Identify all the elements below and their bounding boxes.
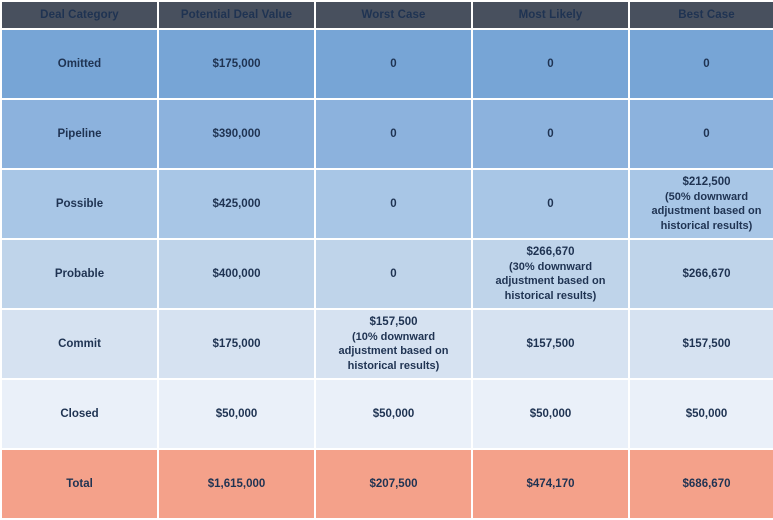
cell-note: (30% downward adjustment based on histor… [495, 260, 606, 302]
table-row: Closed $50,000 $50,000 $50,000 $50,000 [2, 380, 773, 448]
cell-total-potential-deal-value: $1,615,000 [159, 450, 314, 518]
cell-most-likely: $157,500 [473, 310, 628, 378]
cell-deal-category: Possible [2, 170, 157, 238]
cell-total-best-case: $686,670 [630, 450, 773, 518]
cell-value: $50,000 [685, 407, 728, 420]
cell-total-most-likely: $474,170 [473, 450, 628, 518]
cell-deal-category: Probable [2, 240, 157, 308]
cell-most-likely: $50,000 [473, 380, 628, 448]
cell-value: 0 [547, 127, 554, 140]
cell-potential-deal-value: $390,000 [159, 100, 314, 168]
cell-best-case: 0 [630, 30, 773, 98]
cell-value: 0 [703, 127, 710, 140]
cell-total-label: Total [2, 450, 157, 518]
table-row: Possible $425,000 0 0 $212,500 (50% down… [2, 170, 773, 238]
cell-value: 0 [547, 57, 554, 70]
cell-value: 0 [390, 127, 397, 140]
table-body: Omitted $175,000 0 0 0 Pipeline $390,000… [2, 30, 773, 518]
cell-best-case: $266,670 [630, 240, 773, 308]
cell-deal-category: Pipeline [2, 100, 157, 168]
cell-value: $157,500 [369, 316, 418, 329]
deal-forecast-table: Deal Category Potential Deal Value Worst… [0, 0, 773, 520]
column-header-potential-deal-value: Potential Deal Value [159, 2, 314, 28]
cell-potential-deal-value: $175,000 [159, 30, 314, 98]
cell-best-case: $212,500 (50% downward adjustment based … [630, 170, 773, 238]
table-header: Deal Category Potential Deal Value Worst… [2, 2, 773, 28]
cell-value: 0 [390, 57, 397, 70]
table-total-row: Total $1,615,000 $207,500 $474,170 $686,… [2, 450, 773, 518]
cell-deal-category: Closed [2, 380, 157, 448]
cell-note: (50% downward adjustment based on histor… [651, 190, 762, 232]
table-row: Probable $400,000 0 $266,670 (30% downwa… [2, 240, 773, 308]
cell-value: $157,500 [526, 337, 575, 350]
table-row: Omitted $175,000 0 0 0 [2, 30, 773, 98]
cell-value: 0 [390, 197, 397, 210]
cell-deal-category: Omitted [2, 30, 157, 98]
cell-worst-case: 0 [316, 240, 471, 308]
column-header-worst-case: Worst Case [316, 2, 471, 28]
cell-total-worst-case: $207,500 [316, 450, 471, 518]
cell-value: $157,500 [682, 337, 731, 350]
cell-potential-deal-value: $175,000 [159, 310, 314, 378]
cell-worst-case: 0 [316, 100, 471, 168]
cell-value: 0 [547, 197, 554, 210]
cell-best-case: $50,000 [630, 380, 773, 448]
cell-worst-case: 0 [316, 30, 471, 98]
cell-worst-case: $50,000 [316, 380, 471, 448]
cell-best-case: 0 [630, 100, 773, 168]
cell-note: (10% downward adjustment based on histor… [338, 330, 449, 372]
cell-most-likely: 0 [473, 100, 628, 168]
cell-value: $50,000 [529, 407, 572, 420]
cell-potential-deal-value: $400,000 [159, 240, 314, 308]
cell-most-likely: $266,670 (30% downward adjustment based … [473, 240, 628, 308]
cell-value: 0 [390, 267, 397, 280]
cell-most-likely: 0 [473, 170, 628, 238]
cell-value: $212,500 [682, 176, 731, 189]
cell-deal-category: Commit [2, 310, 157, 378]
cell-worst-case: 0 [316, 170, 471, 238]
cell-best-case: $157,500 [630, 310, 773, 378]
cell-value: $266,670 [526, 246, 575, 259]
cell-potential-deal-value: $50,000 [159, 380, 314, 448]
cell-value: $50,000 [372, 407, 415, 420]
column-header-best-case: Best Case [630, 2, 773, 28]
table-header-row: Deal Category Potential Deal Value Worst… [2, 2, 773, 28]
column-header-most-likely: Most Likely [473, 2, 628, 28]
table-row: Commit $175,000 $157,500 (10% downward a… [2, 310, 773, 378]
table-row: Pipeline $390,000 0 0 0 [2, 100, 773, 168]
cell-value: 0 [703, 57, 710, 70]
column-header-deal-category: Deal Category [2, 2, 157, 28]
cell-worst-case: $157,500 (10% downward adjustment based … [316, 310, 471, 378]
cell-most-likely: 0 [473, 30, 628, 98]
cell-potential-deal-value: $425,000 [159, 170, 314, 238]
cell-value: $266,670 [682, 267, 731, 280]
